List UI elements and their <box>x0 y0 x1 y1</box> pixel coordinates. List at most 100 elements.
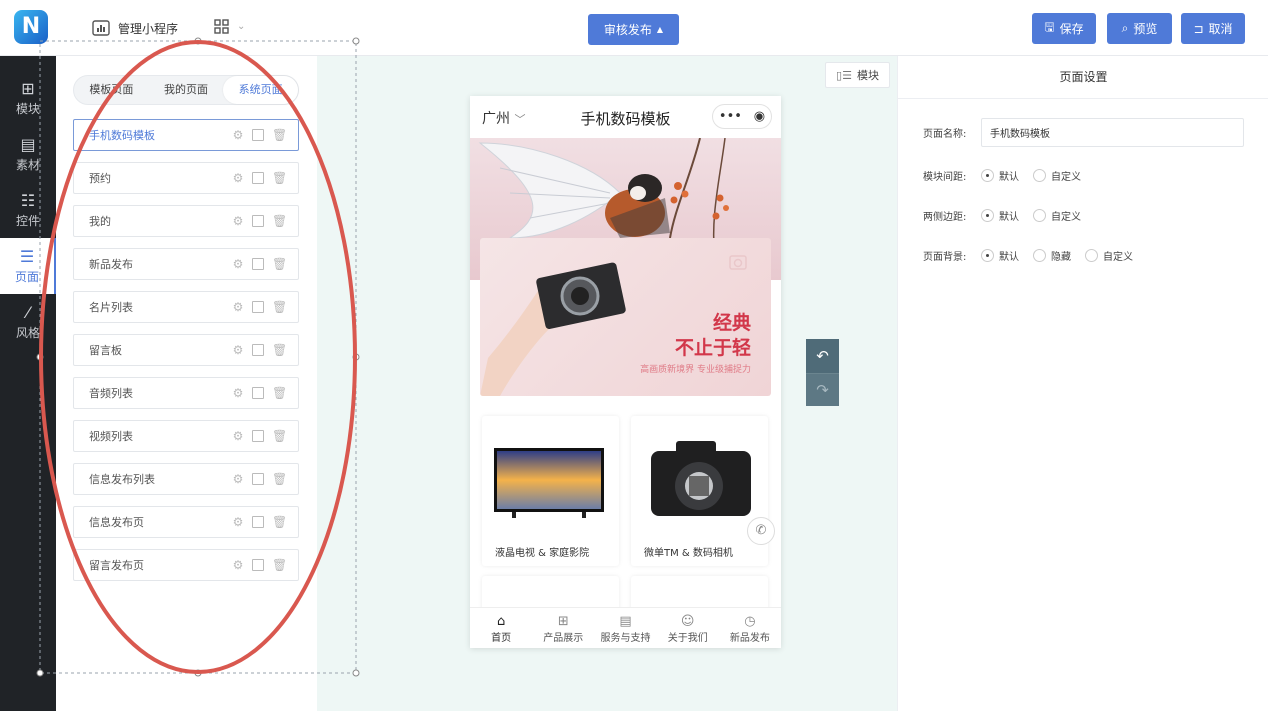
sidebar-item-label: 页面 <box>14 270 39 284</box>
gear-icon[interactable]: ⚙ <box>232 300 244 314</box>
tab-template-pages[interactable]: 模板页面 <box>74 76 149 104</box>
copy-icon[interactable] <box>252 129 264 141</box>
trash-icon[interactable]: 🗑 <box>272 472 287 486</box>
product-card-tv[interactable]: 液晶电视 & 家庭影院 <box>482 416 619 566</box>
phone-preview: 广州 ﹀ 手机数码模板 ••• ◉ 经典 不止于轻 高画质新境界 专业级捕捉力 … <box>470 96 781 648</box>
gear-icon[interactable]: ⚙ <box>232 343 244 357</box>
list-item[interactable]: 名片列表 ⚙ 🗑 <box>73 291 299 323</box>
list-item[interactable]: 信息发布列表 ⚙ 🗑 <box>73 463 299 495</box>
phone-header: 广州 ﹀ 手机数码模板 ••• ◉ <box>470 96 781 138</box>
spacing-custom-radio[interactable]: 自定义 <box>1033 168 1081 183</box>
gear-icon[interactable]: ⚙ <box>232 257 244 271</box>
copy-icon[interactable] <box>252 516 264 528</box>
page-item-label: 新品发布 <box>89 258 133 271</box>
trash-icon[interactable]: 🗑 <box>272 214 287 228</box>
app-switcher[interactable]: 管理小程序 <box>92 18 178 38</box>
list-item[interactable]: 音频列表 ⚙ 🗑 <box>73 377 299 409</box>
gear-icon[interactable]: ⚙ <box>232 214 244 228</box>
gear-icon[interactable]: ⚙ <box>232 472 244 486</box>
tabbar-home[interactable]: ⌂ 首页 <box>470 608 532 648</box>
trash-icon[interactable]: 🗑 <box>272 128 287 142</box>
gear-icon[interactable]: ⚙ <box>232 515 244 529</box>
redo-button[interactable]: ↷ <box>806 373 839 406</box>
save-button[interactable]: 🖫 保存 <box>1032 13 1096 44</box>
more-icon[interactable]: ••• <box>719 109 742 124</box>
sidebar-item-pages[interactable]: ☰ 页面 <box>0 238 56 294</box>
apps-menu[interactable]: ⌄ <box>214 19 245 34</box>
page-name-input[interactable] <box>981 118 1244 147</box>
trash-icon[interactable]: 🗑 <box>272 558 287 572</box>
sidebar-item-style[interactable]: ⁄ 风格 <box>0 294 56 350</box>
margin-custom-radio[interactable]: 自定义 <box>1033 208 1081 223</box>
gear-icon[interactable]: ⚙ <box>232 558 244 572</box>
record-icon[interactable]: ◉ <box>754 109 765 124</box>
slogan-line2: 不止于轻 <box>674 337 751 359</box>
product-caption: 液晶电视 & 家庭影院 <box>495 548 590 559</box>
background-custom-radio[interactable]: 自定义 <box>1085 248 1133 263</box>
list-item[interactable]: 预约 ⚙ 🗑 <box>73 162 299 194</box>
copy-icon[interactable] <box>252 301 264 313</box>
radio-label: 自定义 <box>1103 252 1133 263</box>
copy-icon[interactable] <box>252 172 264 184</box>
gear-icon[interactable]: ⚙ <box>232 171 244 185</box>
tab-my-pages[interactable]: 我的页面 <box>149 76 224 104</box>
trash-icon[interactable]: 🗑 <box>272 515 287 529</box>
trash-icon[interactable]: 🗑 <box>272 429 287 443</box>
tabbar-about[interactable]: ☺ 关于我们 <box>657 608 719 648</box>
sidebar-item-label: 素材 <box>15 158 40 172</box>
material-icon: ▤ <box>20 135 36 154</box>
page-item-label: 名片列表 <box>89 301 133 314</box>
product-card-camera[interactable]: 微单TM & 数码相机 <box>631 416 768 566</box>
gear-icon[interactable]: ⚙ <box>232 429 244 443</box>
cancel-label: 取消 <box>1208 22 1233 36</box>
list-item[interactable]: 留言板 ⚙ 🗑 <box>73 334 299 366</box>
undo-button[interactable]: ↶ <box>806 339 839 373</box>
tabbar-products[interactable]: ⊞ 产品展示 <box>532 608 594 648</box>
spacing-default-radio[interactable]: 默认 <box>981 168 1019 183</box>
page-item-label: 留言发布页 <box>89 559 144 572</box>
list-item[interactable]: 我的 ⚙ 🗑 <box>73 205 299 237</box>
tabbar-label: 新品发布 <box>729 633 770 644</box>
cancel-button[interactable]: ⊐ 取消 <box>1181 13 1245 44</box>
tabbar-service[interactable]: ▤ 服务与支持 <box>594 608 656 648</box>
trash-icon[interactable]: 🗑 <box>272 300 287 314</box>
grid-icon: ⊞ <box>557 614 569 629</box>
copy-icon[interactable] <box>252 215 264 227</box>
trash-icon[interactable]: 🗑 <box>272 343 287 357</box>
tabbar-news[interactable]: ◷ 新品发布 <box>719 608 781 648</box>
list-item[interactable]: 手机数码模板 ⚙ 🗑 <box>73 119 299 151</box>
copy-icon[interactable] <box>252 387 264 399</box>
copy-icon[interactable] <box>252 344 264 356</box>
margin-default-radio[interactable]: 默认 <box>981 208 1019 223</box>
gear-icon[interactable]: ⚙ <box>232 386 244 400</box>
control-icon: ☷ <box>20 191 36 210</box>
tab-system-pages[interactable]: 系统页面 <box>223 76 299 104</box>
trash-icon[interactable]: 🗑 <box>272 257 287 271</box>
preview-button[interactable]: ⌕ 预览 <box>1107 13 1172 44</box>
copy-icon[interactable] <box>252 473 264 485</box>
list-item[interactable]: 信息发布页 ⚙ 🗑 <box>73 506 299 538</box>
background-default-radio[interactable]: 默认 <box>981 248 1019 263</box>
background-hide-radio[interactable]: 隐藏 <box>1033 248 1071 263</box>
module-toggle-button[interactable]: ▯☰ 模块 <box>825 62 890 88</box>
redo-icon: ↷ <box>816 381 829 399</box>
trash-icon[interactable]: 🗑 <box>272 171 287 185</box>
gear-icon[interactable]: ⚙ <box>232 128 244 142</box>
copy-icon[interactable] <box>252 258 264 270</box>
list-item[interactable]: 留言发布页 ⚙ 🗑 <box>73 549 299 581</box>
page-name-label: 页面名称: <box>923 129 967 140</box>
radio-label: 自定义 <box>1051 172 1081 183</box>
editor-canvas: ▯☰ 模块 广州 ﹀ 手机数码模板 ••• ◉ 经典 不止于轻 高画质新境界 专… <box>317 56 897 711</box>
plus-square-icon: ⊞ <box>21 79 35 98</box>
sidebar-item-controls[interactable]: ☷ 控件 <box>0 182 56 238</box>
list-item[interactable]: 视频列表 ⚙ 🗑 <box>73 420 299 452</box>
capsule-menu[interactable]: ••• ◉ <box>712 104 772 129</box>
sidebar-item-materials[interactable]: ▤ 素材 <box>0 126 56 182</box>
copy-icon[interactable] <box>252 430 264 442</box>
sidebar-item-modules[interactable]: ⊞ 模块 <box>0 70 56 126</box>
submit-publish-button[interactable]: 审核发布 ▲ <box>588 14 679 45</box>
phone-call-icon[interactable]: ✆ <box>747 517 775 545</box>
list-item[interactable]: 新品发布 ⚙ 🗑 <box>73 248 299 280</box>
trash-icon[interactable]: 🗑 <box>272 386 287 400</box>
copy-icon[interactable] <box>252 559 264 571</box>
